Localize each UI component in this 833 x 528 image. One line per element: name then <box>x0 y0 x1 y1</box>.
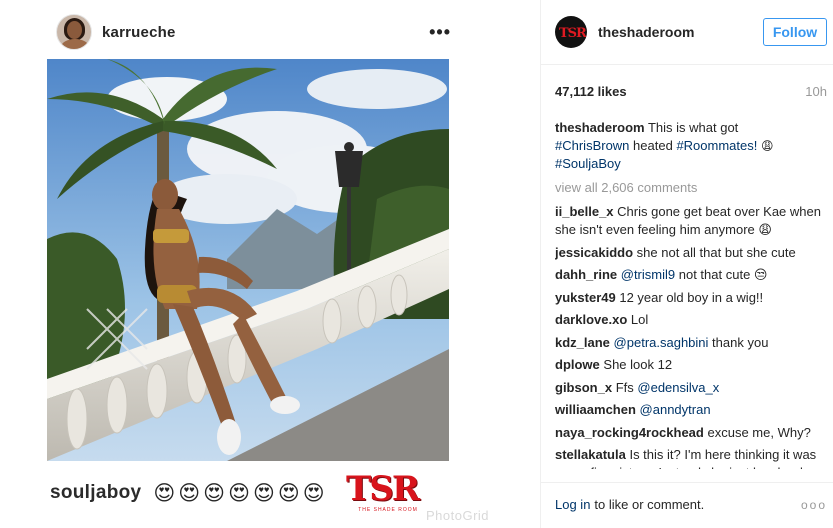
theshaderoom-avatar[interactable]: TSR <box>555 16 587 48</box>
comment-username[interactable]: yukster49 <box>555 290 616 305</box>
comment: jessicakiddo she not all that but she cu… <box>555 244 827 262</box>
comment-username[interactable]: kdz_lane <box>555 335 610 350</box>
comment: stellakatula Is this it? I'm here thinki… <box>555 446 827 469</box>
post-sidebar: TSR theshaderoom Follow 47,112 likes 10h… <box>540 0 833 528</box>
footer-divider <box>541 482 833 483</box>
photo-scene <box>47 59 449 461</box>
comment-mention[interactable]: @edensilva_x <box>637 380 719 395</box>
likes-row: 47,112 likes 10h <box>555 84 827 99</box>
comment-username[interactable]: darklove.xo <box>555 312 627 327</box>
comment-username[interactable]: williaamchen <box>555 402 636 417</box>
comment: gibson_x Ffs @edensilva_x <box>555 379 827 397</box>
follow-button[interactable]: Follow <box>763 18 827 46</box>
post-photo <box>47 59 449 461</box>
overlay-username: souljaboy <box>50 482 142 503</box>
hashtag-roommates[interactable]: #Roommates! <box>676 138 757 153</box>
comment-username[interactable]: dahh_rine <box>555 267 617 282</box>
embedded-username: karrueche <box>102 23 176 41</box>
comment-text: thank you <box>712 334 769 350</box>
comment-username[interactable]: ii_belle_x <box>555 204 614 219</box>
hashtag-souljaboy[interactable]: #SouljaBoy <box>555 156 621 171</box>
comment-text: Lol <box>630 312 649 327</box>
avatar-logo-text: TSR <box>559 26 587 41</box>
comment: naya_rocking4rockhead excuse me, Why? <box>555 424 827 442</box>
view-all-comments-link[interactable]: view all 2,606 comments <box>555 179 827 197</box>
more-horizontal-icon: ••• <box>429 21 451 42</box>
comment-username[interactable]: stellakatula <box>555 447 626 462</box>
login-prompt-text: to like or comment. <box>594 497 705 512</box>
comment-text: excuse me, Why? <box>707 424 811 440</box>
weary-emoji: 😩 <box>760 139 774 153</box>
photogrid-watermark: PhotoGrid <box>426 508 490 523</box>
likes-count[interactable]: 47,112 likes <box>555 84 627 99</box>
comment-text: she not all that but she cute <box>636 244 796 260</box>
comment: darklove.xo Lol <box>555 311 827 329</box>
tsr-logo-letters: TSR <box>346 469 420 509</box>
overlay-caption: souljaboy 😍😍😍😍😍😍😍 <box>50 478 328 508</box>
comment-text: Ffs <box>615 379 634 395</box>
hashtag-chrisbrown[interactable]: #ChrisBrown <box>555 138 629 153</box>
comment-text: not that cute 😒 <box>678 267 768 282</box>
comment: ii_belle_x Chris gone get beat over Kae … <box>555 203 827 239</box>
comment-mention[interactable]: @anndytran <box>640 402 711 417</box>
comments-list[interactable]: theshaderoom This is what got #ChrisBrow… <box>555 119 827 469</box>
comment: kdz_lane @petra.saghbini thank you <box>555 334 827 352</box>
comment-mention[interactable]: @petra.saghbini <box>614 335 709 350</box>
comment: dahh_rine @trismil9 not that cute 😒 <box>555 266 827 284</box>
caption-text: This is what got <box>647 120 739 135</box>
login-row: Log in to like or comment. ooo <box>555 497 827 512</box>
embedded-post-image: karrueche ••• souljaboy 😍😍😍😍😍😍😍 TSR THE … <box>0 0 494 528</box>
comment-text: She look 12 <box>603 357 673 372</box>
comment: williaamchen @anndytran <box>555 401 827 419</box>
tsr-logo: TSR THE SHADE ROOM <box>346 472 430 520</box>
caption-username[interactable]: theshaderoom <box>555 120 645 135</box>
comment: dplowe She look 12 <box>555 356 827 374</box>
header-divider <box>541 64 833 65</box>
comment-username[interactable]: gibson_x <box>555 380 612 395</box>
sidebar-header: TSR theshaderoom Follow <box>555 13 827 51</box>
login-link[interactable]: Log in <box>555 497 590 512</box>
comment-mention[interactable]: @trismil9 <box>621 267 675 282</box>
embedded-avatar <box>56 14 92 50</box>
heart-eyes-emojis: 😍😍😍😍😍😍😍 <box>153 481 328 505</box>
poster-username[interactable]: theshaderoom <box>598 24 694 40</box>
comment-text: 12 year old boy in a wig!! <box>619 289 764 305</box>
comment-username[interactable]: dplowe <box>555 357 600 372</box>
comment: yukster49 12 year old boy in a wig!! <box>555 289 827 307</box>
comment-username[interactable]: naya_rocking4rockhead <box>555 425 704 440</box>
post-time[interactable]: 10h <box>805 84 827 99</box>
tsr-logo-subtext: THE SHADE ROOM <box>358 507 418 513</box>
embedded-post-header: karrueche ••• <box>56 12 451 52</box>
more-options-icon[interactable]: ooo <box>801 498 827 512</box>
caption-text: heated <box>633 138 673 153</box>
post-caption: theshaderoom This is what got #ChrisBrow… <box>555 119 827 173</box>
comment-username[interactable]: jessicakiddo <box>555 245 633 260</box>
